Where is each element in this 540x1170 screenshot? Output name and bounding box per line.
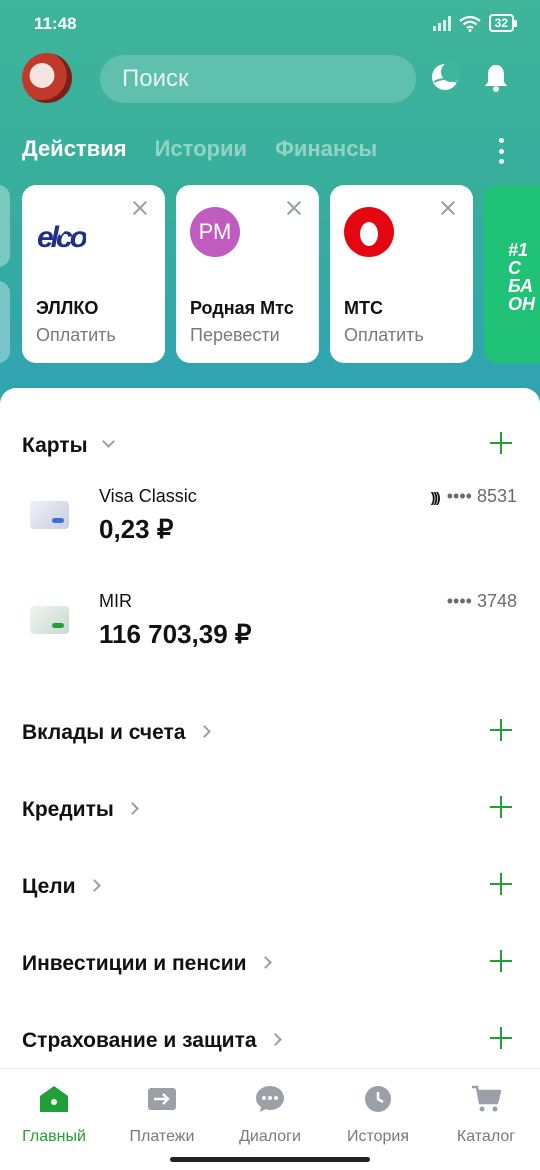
nav-label: Каталог (456, 1128, 516, 1145)
chevron-right-icon (258, 956, 272, 969)
nav-label: Платежи (129, 1128, 195, 1145)
nav-catalog[interactable]: Каталог (432, 1085, 540, 1146)
tab-stories[interactable]: Истории (155, 136, 247, 162)
chevron-right-icon (125, 802, 139, 815)
action-card-mts[interactable]: МТС Оплатить (330, 185, 473, 363)
card-balance: 116 703,39 ₽ (99, 619, 252, 649)
search-placeholder: Поиск (122, 65, 189, 92)
main-sheet: Карты Visa Classic 0,23 ₽ ))) •••• 8531 … (0, 388, 540, 1088)
contactless-icon: ))) (430, 488, 441, 505)
card-number-group: ))) •••• 8531 (431, 486, 517, 507)
wifi-icon (458, 15, 481, 32)
ellco-logo-icon: elco (37, 216, 86, 254)
close-icon[interactable] (285, 199, 303, 217)
nav-home[interactable]: Главный (0, 1085, 108, 1146)
previous-card-edge[interactable] (0, 281, 10, 363)
search-input[interactable]: Поиск (100, 55, 416, 103)
action-card-title: ЭЛЛКО (36, 298, 99, 318)
section-title: Кредиты (22, 798, 114, 821)
action-card-subtitle: Оплатить (344, 325, 424, 345)
close-icon[interactable] (131, 199, 149, 217)
card-balance: 0,23 ₽ (99, 514, 174, 544)
promo-text: С (508, 258, 521, 278)
signal-icon (432, 15, 451, 31)
tab-actions[interactable]: Действия (22, 136, 127, 162)
add-goal-button[interactable] (490, 873, 512, 895)
card-number: •••• 8531 (446, 486, 517, 506)
action-card-subtitle: Оплатить (36, 325, 116, 345)
card-number: •••• 3748 (446, 591, 517, 611)
nav-label: История (346, 1128, 410, 1145)
mts-logo-icon (344, 207, 394, 257)
action-card-rodnaya-mts[interactable]: РМ Родная Мтс Перевести (176, 185, 319, 363)
header-tabs: Действия Истории Финансы (22, 136, 377, 162)
quick-actions-strip: elco ЭЛЛКО Оплатить РМ Родная Мтс Переве… (0, 185, 540, 365)
cart-icon (472, 1085, 502, 1112)
nav-history[interactable]: История (324, 1085, 432, 1146)
section-title: Цели (22, 875, 76, 898)
section-title: Вклады и счета (22, 721, 186, 744)
action-card-title: Родная Мтс (190, 298, 294, 318)
card-name: Visa Classic (99, 486, 197, 506)
cards-section-header[interactable]: Карты (22, 434, 115, 458)
section-insurance[interactable]: Страхование и защита (22, 1029, 282, 1053)
nav-label: Главный (22, 1128, 86, 1145)
close-icon[interactable] (439, 199, 457, 217)
tab-finances[interactable]: Финансы (275, 136, 377, 162)
card-number-group: •••• 3748 (447, 591, 517, 612)
chevron-right-icon (197, 725, 211, 738)
home-indicator (170, 1157, 370, 1162)
more-options-icon[interactable] (496, 138, 506, 164)
profile-avatar[interactable] (22, 53, 72, 103)
add-insurance-button[interactable] (490, 1027, 512, 1049)
visa-card-icon (30, 501, 69, 529)
status-bar: 11:48 32 (0, 0, 540, 44)
battery-icon: 32 (488, 14, 518, 32)
chevron-right-icon (268, 1033, 282, 1046)
chevron-down-icon (101, 435, 115, 448)
history-icon (365, 1086, 391, 1112)
mir-card-icon (30, 606, 69, 634)
section-credits[interactable]: Кредиты (22, 798, 139, 822)
action-card-title: МТС (344, 298, 383, 318)
promo-text: БА (508, 276, 534, 296)
add-card-button[interactable] (490, 432, 512, 454)
add-deposit-button[interactable] (490, 719, 512, 741)
cards-section-title: Карты (22, 434, 88, 457)
payments-icon (148, 1088, 176, 1110)
promo-text: #1 (508, 240, 529, 260)
add-investment-button[interactable] (490, 950, 512, 972)
section-goals[interactable]: Цели (22, 875, 101, 899)
promo-card[interactable]: #1 С БА ОН (484, 185, 540, 363)
contact-avatar: РМ (190, 207, 240, 257)
promo-text: ОН (508, 294, 535, 314)
home-icon (40, 1086, 68, 1112)
action-card-subtitle: Перевести (190, 325, 280, 345)
add-credit-button[interactable] (490, 796, 512, 818)
card-row-visa[interactable]: Visa Classic 0,23 ₽ ))) •••• 8531 (0, 476, 540, 566)
bell-icon[interactable] (482, 62, 510, 92)
svg-text:elco: elco (37, 221, 86, 254)
dialogs-icon (256, 1086, 284, 1112)
section-deposits[interactable]: Вклады и счета (22, 721, 211, 745)
chevron-right-icon (87, 879, 101, 892)
card-row-mir[interactable]: MIR 116 703,39 ₽ •••• 3748 (0, 581, 540, 671)
status-icons: 32 (432, 14, 518, 32)
section-investments[interactable]: Инвестиции и пенсии (22, 952, 272, 976)
section-title: Инвестиции и пенсии (22, 952, 247, 975)
nav-dialogs[interactable]: Диалоги (216, 1085, 324, 1146)
moon-icon[interactable] (430, 62, 460, 92)
card-name: MIR (99, 591, 132, 611)
bottom-navigation: Главный Платежи Диалоги История Каталог (0, 1068, 540, 1170)
section-title: Страхование и защита (22, 1029, 257, 1052)
action-card-ellco[interactable]: elco ЭЛЛКО Оплатить (22, 185, 165, 363)
nav-payments[interactable]: Платежи (108, 1085, 216, 1146)
previous-card-edge[interactable] (0, 185, 10, 267)
status-time: 11:48 (34, 14, 77, 33)
nav-label: Диалоги (239, 1128, 301, 1145)
